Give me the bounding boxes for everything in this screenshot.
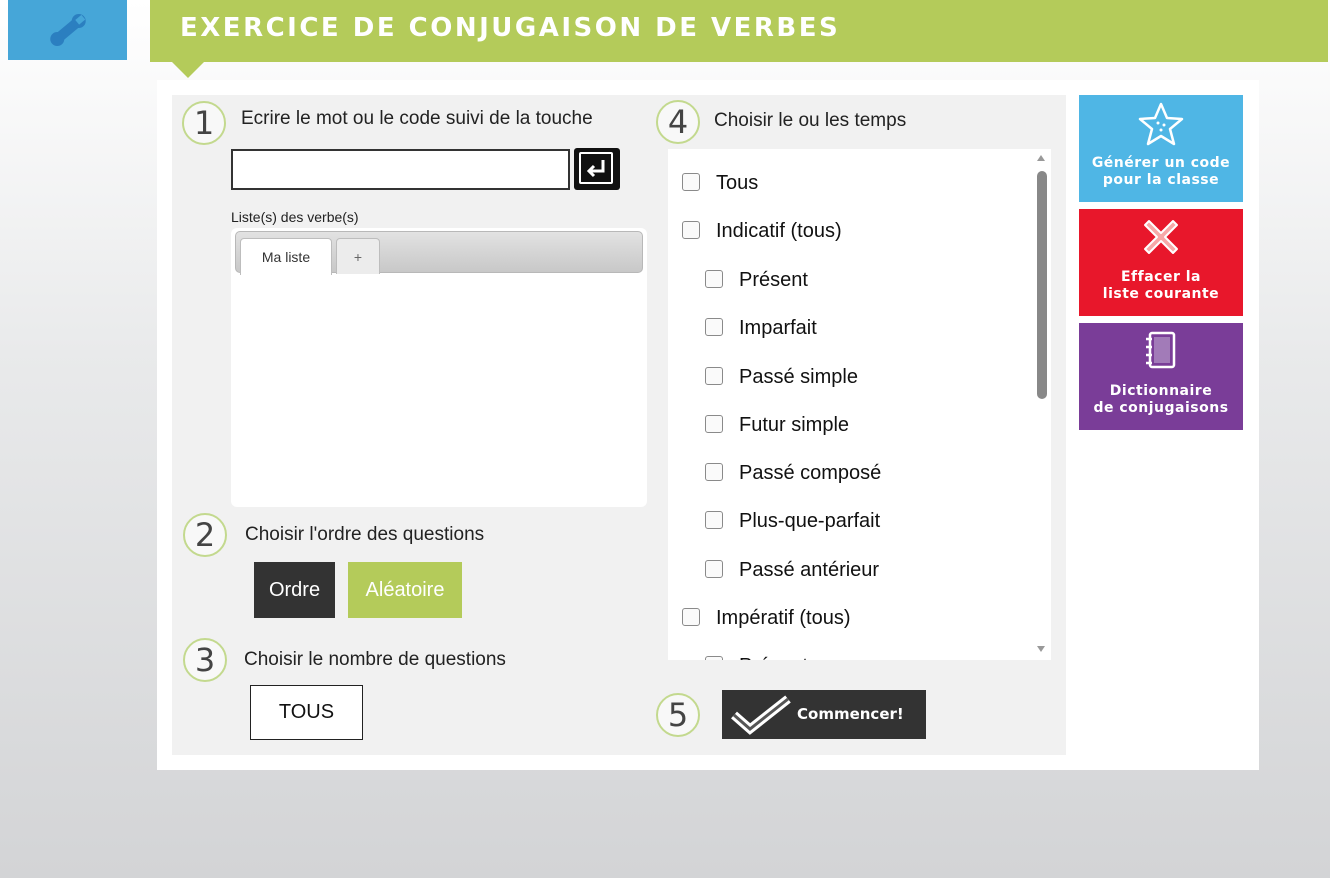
star-icon	[1138, 102, 1184, 146]
enter-button[interactable]	[574, 148, 620, 190]
start-button[interactable]: Commencer!	[722, 690, 926, 739]
step-2-badge: 2	[183, 513, 227, 557]
clear-list-label: Effacer la liste courante	[1102, 269, 1220, 302]
verb-list-caption: Liste(s) des verbe(s)	[231, 209, 359, 225]
checkbox[interactable]	[705, 560, 723, 578]
order-button[interactable]: Ordre	[254, 562, 335, 618]
generate-code-button[interactable]: Générer un code pour la classe	[1079, 95, 1243, 202]
step-3-label: Choisir le nombre de questions	[244, 649, 506, 670]
scrollbar-thumb[interactable]	[1037, 171, 1047, 399]
checkbox[interactable]	[705, 656, 723, 660]
wrench-icon	[50, 14, 86, 46]
dictionary-label: Dictionnaire de conjugaisons	[1093, 383, 1229, 416]
dictionary-button[interactable]: Dictionnaire de conjugaisons	[1079, 323, 1243, 430]
checkbox[interactable]	[682, 221, 700, 239]
cross-icon	[1144, 220, 1178, 254]
scroll-down-arrow-icon[interactable]	[1037, 646, 1045, 652]
tense-list: Tous Indicatif (tous) Présent Imparfait …	[668, 149, 1051, 660]
step-1-badge: 1	[182, 101, 226, 145]
step-3-badge: 3	[183, 638, 227, 682]
book-icon	[1146, 331, 1176, 369]
checkbox[interactable]	[705, 270, 723, 288]
page-title: EXERCICE DE CONJUGAISON DE VERBES	[180, 13, 841, 43]
verb-list-box: Ma liste +	[231, 228, 647, 507]
header-pointer	[172, 62, 204, 78]
checkbox[interactable]	[705, 415, 723, 433]
checkbox[interactable]	[705, 367, 723, 385]
app-logo[interactable]	[8, 0, 127, 60]
verb-list-tabs: Ma liste +	[235, 231, 643, 275]
tab-ma-liste[interactable]: Ma liste	[240, 238, 332, 275]
checkmark-icon	[731, 695, 791, 735]
checkbox[interactable]	[682, 173, 700, 191]
clear-list-button[interactable]: Effacer la liste courante	[1079, 209, 1243, 316]
step-4-label: Choisir le ou les temps	[714, 110, 907, 131]
step-2-label: Choisir l'ordre des questions	[245, 524, 485, 545]
scroll-up-arrow-icon[interactable]	[1037, 155, 1045, 161]
generate-code-label: Générer un code pour la classe	[1091, 155, 1231, 188]
step-1-label: Ecrire le mot ou le code suivi de la tou…	[241, 108, 593, 129]
word-input[interactable]	[231, 149, 570, 190]
question-count-selector[interactable]: TOUS	[250, 685, 363, 740]
checkbox[interactable]	[705, 318, 723, 336]
start-button-label: Commencer!	[797, 705, 904, 723]
step-4-badge: 4	[656, 100, 700, 144]
checkbox[interactable]	[705, 463, 723, 481]
add-list-tab[interactable]: +	[336, 238, 380, 274]
step-5-badge: 5	[656, 693, 700, 737]
enter-key-icon	[579, 152, 613, 184]
header-bar: EXERCICE DE CONJUGAISON DE VERBES	[150, 0, 1328, 78]
checkbox[interactable]	[705, 511, 723, 529]
tense-list-scrollbar[interactable]	[1033, 149, 1051, 660]
random-order-button[interactable]: Aléatoire	[348, 562, 462, 618]
checkbox[interactable]	[682, 608, 700, 626]
